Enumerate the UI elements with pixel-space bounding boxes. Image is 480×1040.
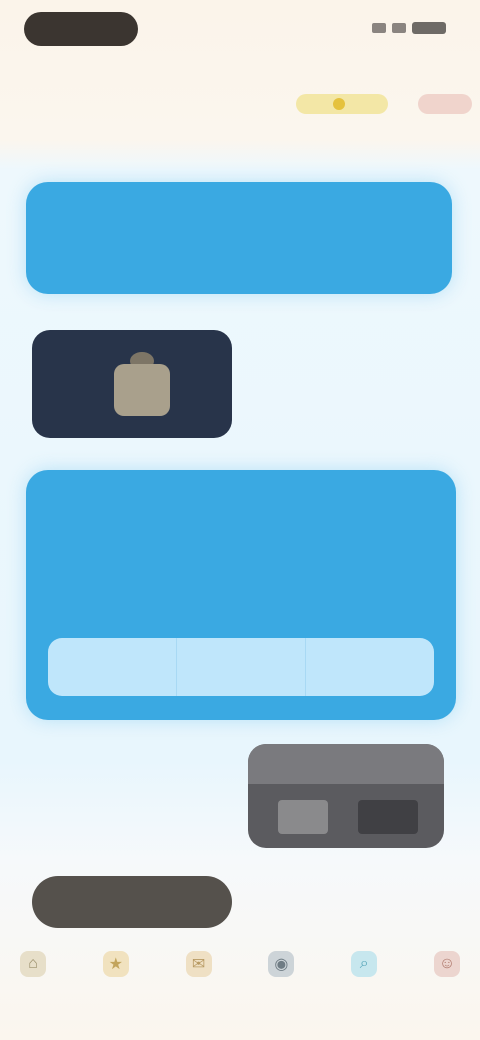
reply-card-thumb-2 — [358, 800, 418, 834]
chat-message-1[interactable] — [26, 182, 452, 294]
coin-badge[interactable] — [296, 94, 388, 114]
chat-message-2[interactable] — [26, 470, 456, 720]
reply-card[interactable] — [248, 744, 444, 848]
option-1[interactable] — [48, 638, 177, 696]
star-icon[interactable]: ★ — [102, 951, 129, 977]
tab-bar: ⌂ ★ ✉ ◉ ⌕ ☺ — [20, 944, 460, 984]
camera-icon[interactable]: ◉ — [268, 951, 295, 977]
media-figure — [114, 364, 170, 416]
option-bar — [48, 638, 434, 696]
search-icon[interactable]: ⌕ — [351, 951, 378, 977]
home-icon[interactable]: ⌂ — [20, 951, 46, 977]
wifi-icon — [392, 23, 406, 33]
gift-button[interactable] — [418, 94, 472, 114]
app-screen: ⌂ ★ ✉ ◉ ⌕ ☺ — [0, 0, 480, 1040]
signal-icon — [372, 23, 386, 33]
reply-card-header — [248, 744, 444, 784]
status-indicators — [372, 22, 446, 34]
reply-card-thumb-1 — [278, 800, 328, 834]
status-pill — [24, 12, 138, 46]
header — [26, 84, 472, 124]
chat-icon[interactable]: ✉ — [185, 951, 212, 977]
coin-icon — [333, 98, 345, 110]
media-card[interactable] — [32, 330, 232, 438]
option-3[interactable] — [306, 638, 434, 696]
battery-icon — [412, 22, 446, 34]
header-title — [26, 90, 186, 104]
option-2[interactable] — [177, 638, 306, 696]
profile-icon[interactable]: ☺ — [433, 951, 460, 977]
message-input[interactable] — [32, 876, 232, 928]
